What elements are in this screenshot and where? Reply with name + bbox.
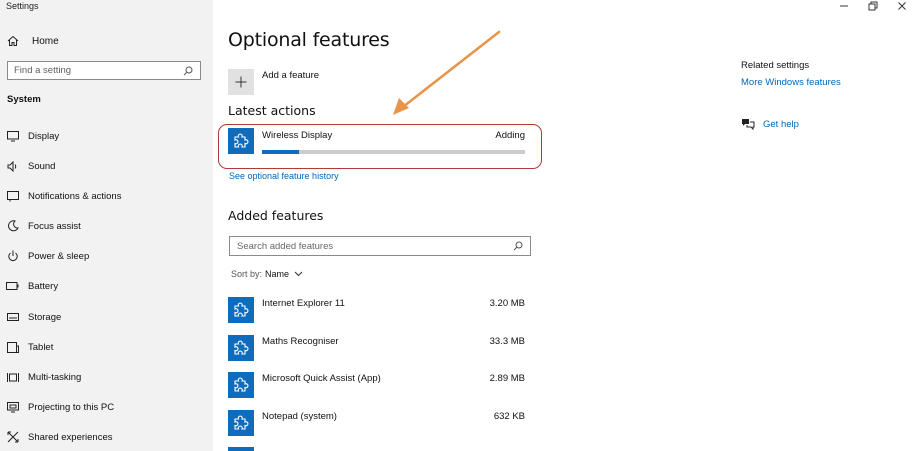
tablet-icon — [6, 341, 19, 354]
sidebar-item-label: Battery — [28, 280, 59, 292]
puzzle-icon — [228, 297, 254, 323]
sidebar-item-focus-assist[interactable]: Focus assist — [6, 219, 81, 233]
sidebar-item-label: Projecting to this PC — [28, 401, 115, 413]
sidebar-item-label: Tablet — [28, 341, 54, 353]
chat-help-icon — [741, 118, 755, 130]
latest-action-progress-bar — [262, 150, 525, 154]
added-features-heading: Added features — [228, 208, 324, 223]
puzzle-icon — [228, 372, 254, 398]
sidebar-item-label: Display — [28, 130, 60, 142]
close-icon — [898, 2, 906, 10]
multitasking-icon — [6, 371, 19, 384]
shared-experiences-icon — [6, 431, 19, 444]
sidebar-item-display[interactable]: Display — [6, 129, 59, 143]
sidebar-item-notifications[interactable]: Notifications & actions — [6, 189, 121, 203]
sidebar: Settings Home Find a setting System Disp… — [0, 0, 213, 451]
sidebar-item-sound[interactable]: Sound — [6, 159, 55, 173]
puzzle-icon — [228, 128, 254, 154]
puzzle-icon — [228, 447, 254, 451]
sort-by-dropdown[interactable]: Sort by: Name — [231, 269, 303, 279]
find-setting-search[interactable]: Find a setting — [7, 61, 201, 80]
add-feature-label: Add a feature — [262, 70, 320, 81]
notification-icon — [6, 190, 19, 203]
sidebar-section-title: System — [7, 94, 41, 105]
progress-fill — [262, 150, 299, 154]
feature-history-link[interactable]: See optional feature history — [229, 171, 339, 181]
close-button[interactable] — [895, 0, 909, 12]
puzzle-icon — [228, 335, 254, 361]
sidebar-item-label: Focus assist — [28, 220, 81, 232]
battery-icon — [6, 280, 19, 293]
sidebar-item-label: Storage — [28, 311, 62, 323]
search-added-features-input[interactable]: Search added features — [229, 236, 531, 256]
sidebar-home[interactable]: Home — [6, 34, 59, 48]
list-item[interactable]: Internet Explorer 11 3.20 MB — [228, 297, 528, 325]
search-icon[interactable] — [182, 65, 194, 77]
sidebar-item-battery[interactable]: Battery — [6, 279, 58, 293]
restore-icon — [868, 1, 878, 11]
latest-actions-heading: Latest actions — [228, 103, 316, 118]
puzzle-icon — [228, 410, 254, 436]
feature-name: Maths Recogniser — [262, 336, 339, 347]
sidebar-item-label: Power & sleep — [28, 250, 90, 262]
chevron-down-icon — [294, 271, 303, 277]
feature-size: 632 KB — [493, 411, 525, 422]
window-title: Settings — [6, 1, 39, 11]
projecting-icon — [6, 401, 19, 414]
moon-icon — [6, 220, 19, 233]
related-settings-title: Related settings — [741, 60, 810, 71]
find-setting-placeholder: Find a setting — [14, 65, 72, 76]
feature-size: 2.89 MB — [489, 373, 525, 384]
storage-icon — [6, 311, 19, 324]
restore-button[interactable] — [866, 0, 880, 12]
sidebar-item-label: Multi-tasking — [28, 371, 82, 383]
display-icon — [6, 130, 19, 143]
sidebar-item-label: Shared experiences — [28, 431, 113, 443]
plus-icon — [228, 69, 254, 95]
sort-by-value: Name — [265, 269, 290, 279]
sidebar-item-projecting[interactable]: Projecting to this PC — [6, 400, 114, 414]
feature-size: 33.3 MB — [489, 336, 525, 347]
add-feature-button[interactable]: Add a feature — [228, 69, 319, 95]
sidebar-item-multitasking[interactable]: Multi-tasking — [6, 370, 81, 384]
feature-name: Internet Explorer 11 — [262, 298, 345, 309]
more-windows-features-link[interactable]: More Windows features — [741, 77, 841, 88]
annotation-arrow — [393, 30, 501, 115]
sidebar-home-label: Home — [32, 35, 59, 47]
latest-action-status: Adding — [495, 130, 525, 141]
minimize-icon — [840, 5, 848, 7]
feature-size: 3.20 MB — [489, 298, 525, 309]
minimize-button[interactable] — [837, 0, 851, 12]
latest-action-name: Wireless Display — [262, 130, 333, 141]
home-icon — [6, 34, 20, 48]
feature-name: Notepad (system) — [262, 411, 337, 422]
sidebar-item-power-sleep[interactable]: Power & sleep — [6, 249, 89, 263]
get-help-label: Get help — [763, 118, 799, 130]
search-icon[interactable] — [513, 241, 523, 251]
search-added-features-placeholder: Search added features — [237, 240, 334, 252]
get-help-link[interactable]: Get help — [741, 118, 799, 130]
sort-by-label: Sort by: — [231, 269, 263, 279]
speaker-icon — [6, 160, 19, 173]
page-title: Optional features — [228, 29, 390, 51]
sidebar-item-label: Notifications & actions — [28, 190, 122, 202]
sidebar-item-label: Sound — [28, 160, 56, 172]
sidebar-item-shared-experiences[interactable]: Shared experiences — [6, 430, 113, 444]
power-icon — [6, 250, 19, 263]
list-item[interactable]: Microsoft Quick Assist (App) 2.89 MB — [228, 372, 528, 400]
feature-name: Microsoft Quick Assist (App) — [262, 373, 381, 384]
sidebar-item-tablet[interactable]: Tablet — [6, 340, 53, 354]
list-item[interactable]: Maths Recogniser 33.3 MB — [228, 335, 528, 363]
sidebar-item-storage[interactable]: Storage — [6, 310, 61, 324]
list-item[interactable]: Notepad (system) 632 KB — [228, 410, 528, 438]
